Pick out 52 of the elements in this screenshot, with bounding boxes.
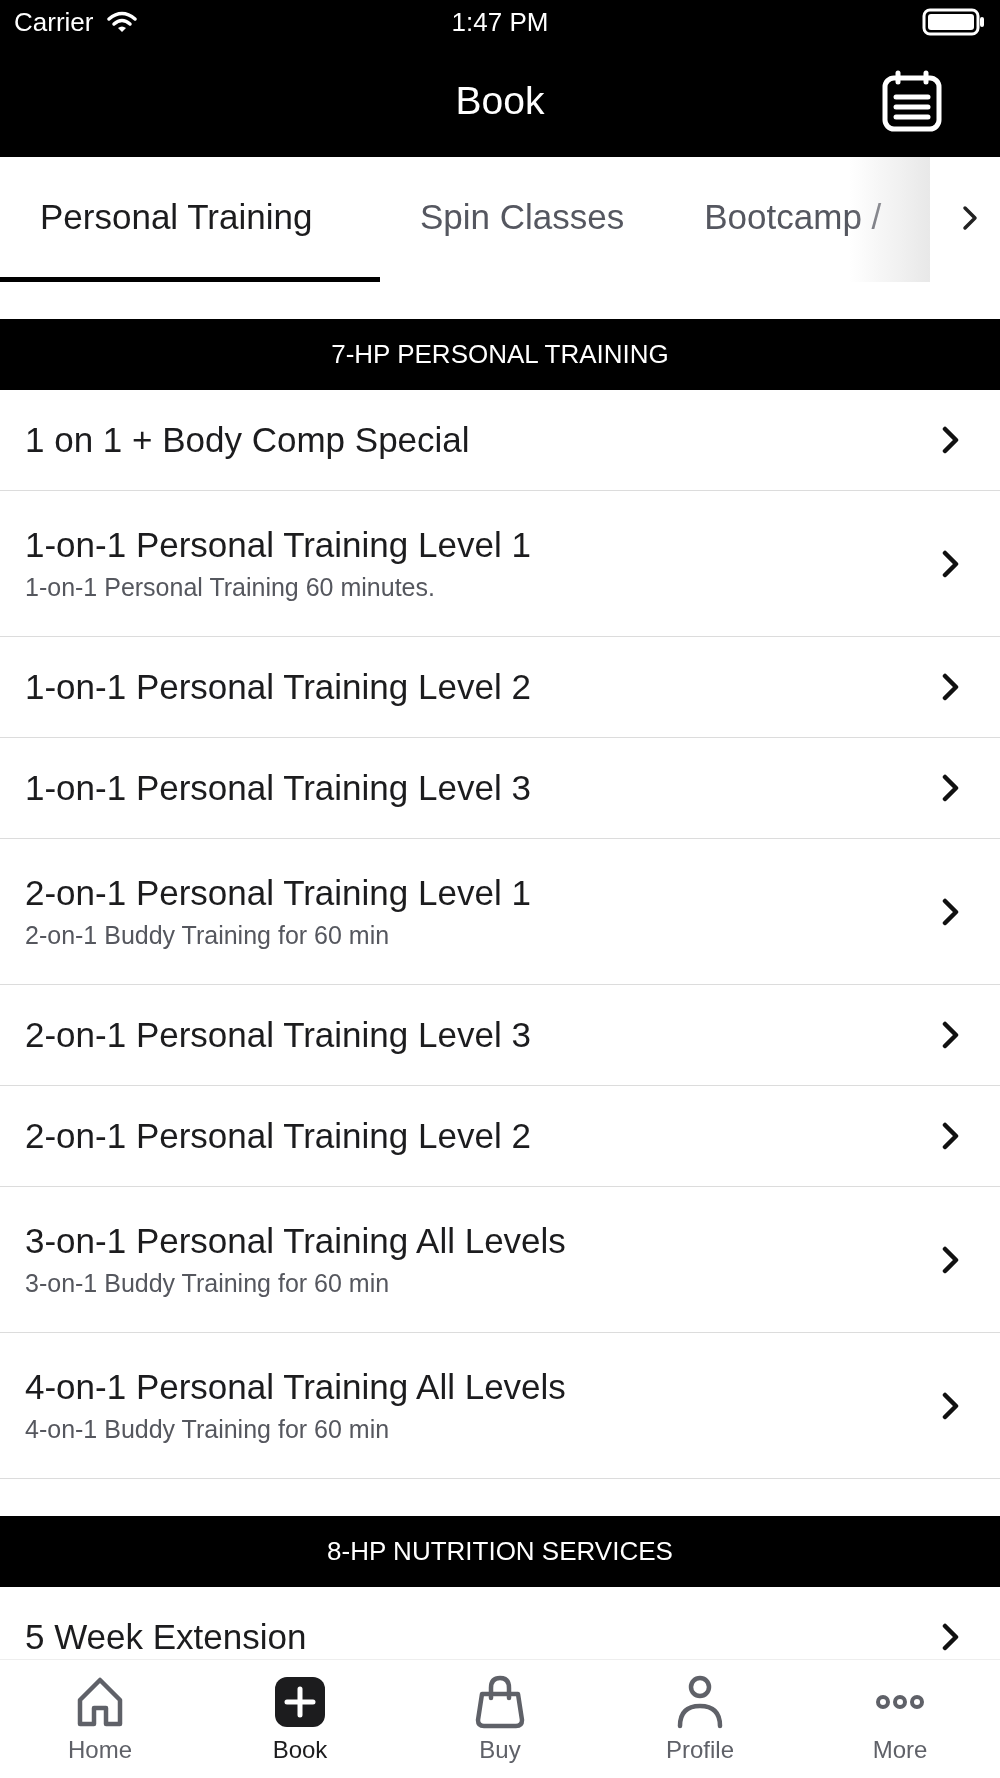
service-row[interactable]: 3-on-1 Personal Training All Levels 3-on-1 Buddy Training for 60 min <box>0 1187 1000 1333</box>
service-description: 3-on-1 Buddy Training for 60 min <box>25 1269 390 1298</box>
service-title: 2-on-1 Personal Training Level 2 <box>25 1116 531 1156</box>
service-title: 4-on-1 Personal Training All Levels <box>25 1367 566 1407</box>
carrier-label: Carrier <box>14 6 94 38</box>
service-description: 2-on-1 Buddy Training for 60 min <box>25 921 390 950</box>
chevron-right-icon[interactable] <box>962 205 978 231</box>
service-row[interactable]: 1-on-1 Personal Training Level 2 <box>0 637 1000 738</box>
category-tab[interactable]: Spin Classes <box>380 157 665 282</box>
chevron-right-icon <box>942 1245 960 1274</box>
chevron-right-icon <box>942 1623 960 1651</box>
service-title: 2-on-1 Personal Training Level 1 <box>25 873 531 913</box>
more-icon <box>876 1695 924 1709</box>
chevron-right-icon <box>942 897 960 926</box>
service-title: 1-on-1 Personal Training Level 2 <box>25 667 531 707</box>
chevron-right-icon <box>942 1122 960 1150</box>
service-title: 1 on 1 + Body Comp Special <box>25 420 470 460</box>
service-row[interactable]: 2-on-1 Personal Training Level 2 <box>0 1086 1000 1187</box>
tab-bar-item[interactable]: More <box>800 1660 1000 1778</box>
wifi-icon <box>107 11 138 33</box>
service-title: 5 Week Extension <box>25 1617 307 1657</box>
service-row[interactable]: 1-on-1 Personal Training Level 1 1-on-1 Personal Training 60 minutes. <box>0 491 1000 637</box>
category-tab[interactable]: Personal Training <box>0 157 380 282</box>
add-icon <box>272 1674 328 1730</box>
chevron-right-icon <box>942 426 960 454</box>
service-description: 4-on-1 Buddy Training for 60 min <box>25 1415 390 1444</box>
chevron-right-icon <box>942 1391 960 1420</box>
service-row[interactable]: 4-on-1 Personal Training All Levels 4-on-1 Buddy Training for 60 min <box>0 1333 1000 1479</box>
tab-bar-item[interactable]: Buy <box>400 1660 600 1778</box>
service-title: 1-on-1 Personal Training Level 3 <box>25 768 531 808</box>
service-row[interactable]: 1-on-1 Personal Training Level 3 <box>0 738 1000 839</box>
service-row[interactable]: 1 on 1 + Body Comp Special <box>0 390 1000 491</box>
tab-bar-item[interactable]: Profile <box>600 1660 800 1778</box>
chevron-right-icon <box>942 1021 960 1049</box>
chevron-right-icon <box>942 673 960 701</box>
section-header: 8-HP NUTRITION SERVICES <box>0 1516 1000 1587</box>
page-title: Book <box>455 78 545 123</box>
service-title: 2-on-1 Personal Training Level 3 <box>25 1015 531 1055</box>
section-header: 7-HP PERSONAL TRAINING <box>0 319 1000 390</box>
tab-bar-item[interactable]: Home <box>0 1660 200 1778</box>
chevron-right-icon <box>942 774 960 802</box>
status-time: 1:47 PM <box>450 6 550 38</box>
category-tab[interactable]: Bootcamp / <box>664 157 922 282</box>
service-row[interactable]: 2-on-1 Personal Training Level 1 2-on-1 Buddy Training for 60 min <box>0 839 1000 985</box>
service-title: 1-on-1 Personal Training Level 1 <box>25 525 531 565</box>
service-title: 3-on-1 Personal Training All Levels <box>25 1221 566 1261</box>
battery-icon <box>922 8 986 36</box>
tab-bar-item[interactable]: Book <box>200 1660 400 1778</box>
service-row[interactable]: 2-on-1 Personal Training Level 3 <box>0 985 1000 1086</box>
calendar-icon[interactable] <box>882 70 942 132</box>
service-description: 1-on-1 Personal Training 60 minutes. <box>25 573 435 602</box>
chevron-right-icon <box>942 549 960 578</box>
